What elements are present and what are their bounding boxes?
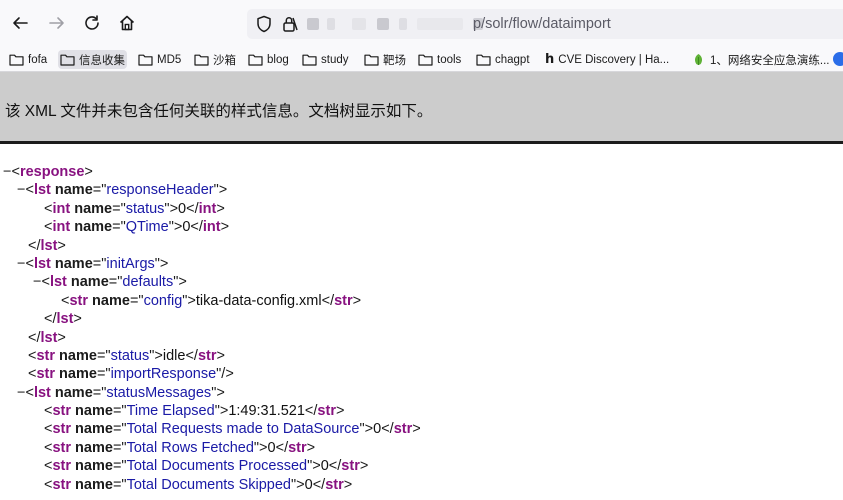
- xml-close-initargs: </lst>: [28, 329, 66, 346]
- xml-node-importresponse: <str name="importResponse"/>: [28, 366, 234, 383]
- xml-node-import-status: <str name="status">idle</str>: [28, 347, 225, 364]
- xml-node-qtime: <int name="QTime">0</int>: [44, 219, 230, 236]
- bookmark-range[interactable]: 靶场: [362, 50, 408, 69]
- xml-node-defaults: −<lst name="defaults">: [33, 274, 187, 291]
- xml-node-response: −<response>: [3, 164, 93, 180]
- xml-node-message: <str name="Total Documents Processed">0<…: [44, 458, 369, 475]
- bookmark-chagpt[interactable]: chagpt: [474, 50, 532, 69]
- reload-icon: [85, 15, 99, 30]
- arrow-left-icon: [13, 17, 28, 29]
- bookmark-md5[interactable]: MD5: [136, 50, 183, 69]
- xml-node-responseheader: −<lst name="responseHeader">: [17, 182, 228, 199]
- xml-node-message: <str name="Total Rows Fetched">0</str>: [44, 439, 316, 456]
- folder-icon: [476, 54, 491, 66]
- folder-icon: [60, 54, 75, 66]
- home-icon: [119, 15, 135, 31]
- folder-icon: [364, 54, 379, 66]
- overflow-bookmark-icon[interactable]: [833, 52, 843, 66]
- bookmark-info-collection[interactable]: 信息收集: [58, 50, 127, 69]
- home-button[interactable]: [114, 10, 140, 36]
- bookmark-tools[interactable]: tools: [416, 50, 463, 69]
- xml-node-status: <int name="status">0</int>: [44, 200, 225, 217]
- browser-toolbar: р/solr/flow/dataimport: [0, 0, 843, 46]
- bookmarks-bar: fofa 信息收集 MD5 沙箱 blog study 靶场 tools cha…: [0, 46, 843, 72]
- address-bar[interactable]: р/solr/flow/dataimport: [247, 9, 843, 39]
- reload-button[interactable]: [79, 10, 105, 36]
- bookmark-study[interactable]: study: [300, 50, 351, 69]
- xml-notice-banner: 该 XML 文件并未包含任何关联的样式信息。文档树显示如下。: [0, 72, 843, 144]
- xml-node-config: <str name="config">tika-data-config.xml<…: [61, 292, 362, 309]
- xml-node-message: <str name="Time Elapsed">1:49:31.521</st…: [44, 403, 345, 420]
- url-path: р/solr/flow/dataimport: [473, 16, 611, 32]
- site-logo-icon: h: [545, 52, 555, 67]
- xml-node-statusmessages: −<lst name="statusMessages">: [17, 384, 225, 401]
- site-logo-icon: [694, 54, 703, 65]
- folder-icon: [194, 54, 209, 66]
- bookmark-blog[interactable]: blog: [246, 50, 291, 69]
- xml-close-defaults: </lst>: [44, 311, 82, 328]
- xml-tree: −<response> −<lst name="responseHeader">…: [0, 163, 843, 494]
- xml-node-message: <str name="Total Documents Skipped">0</s…: [44, 476, 353, 493]
- folder-icon: [9, 54, 24, 66]
- xml-notice-text: 该 XML 文件并未包含任何关联的样式信息。文档树显示如下。: [5, 103, 433, 120]
- forward-button[interactable]: [44, 10, 70, 36]
- xml-node-initargs: −<lst name="initArgs">: [17, 255, 169, 272]
- shield-icon[interactable]: [255, 15, 273, 33]
- xml-node-message: <str name="Total Requests made to DataSo…: [44, 421, 421, 438]
- lock-icon[interactable]: [281, 15, 299, 33]
- back-button[interactable]: [7, 10, 33, 36]
- xml-close-responseheader: </lst>: [28, 237, 66, 254]
- arrow-right-icon: [49, 17, 64, 29]
- bookmark-security-drill[interactable]: 1、网络安全应急演练...: [689, 50, 831, 69]
- folder-icon: [248, 54, 263, 66]
- folder-icon: [302, 54, 317, 66]
- folder-icon: [418, 54, 433, 66]
- bookmark-cve-discovery[interactable]: h CVE Discovery | Ha...: [543, 50, 671, 69]
- folder-icon: [138, 54, 153, 66]
- bookmark-sandbox[interactable]: 沙箱: [192, 50, 238, 69]
- bookmark-fofa[interactable]: fofa: [7, 50, 49, 69]
